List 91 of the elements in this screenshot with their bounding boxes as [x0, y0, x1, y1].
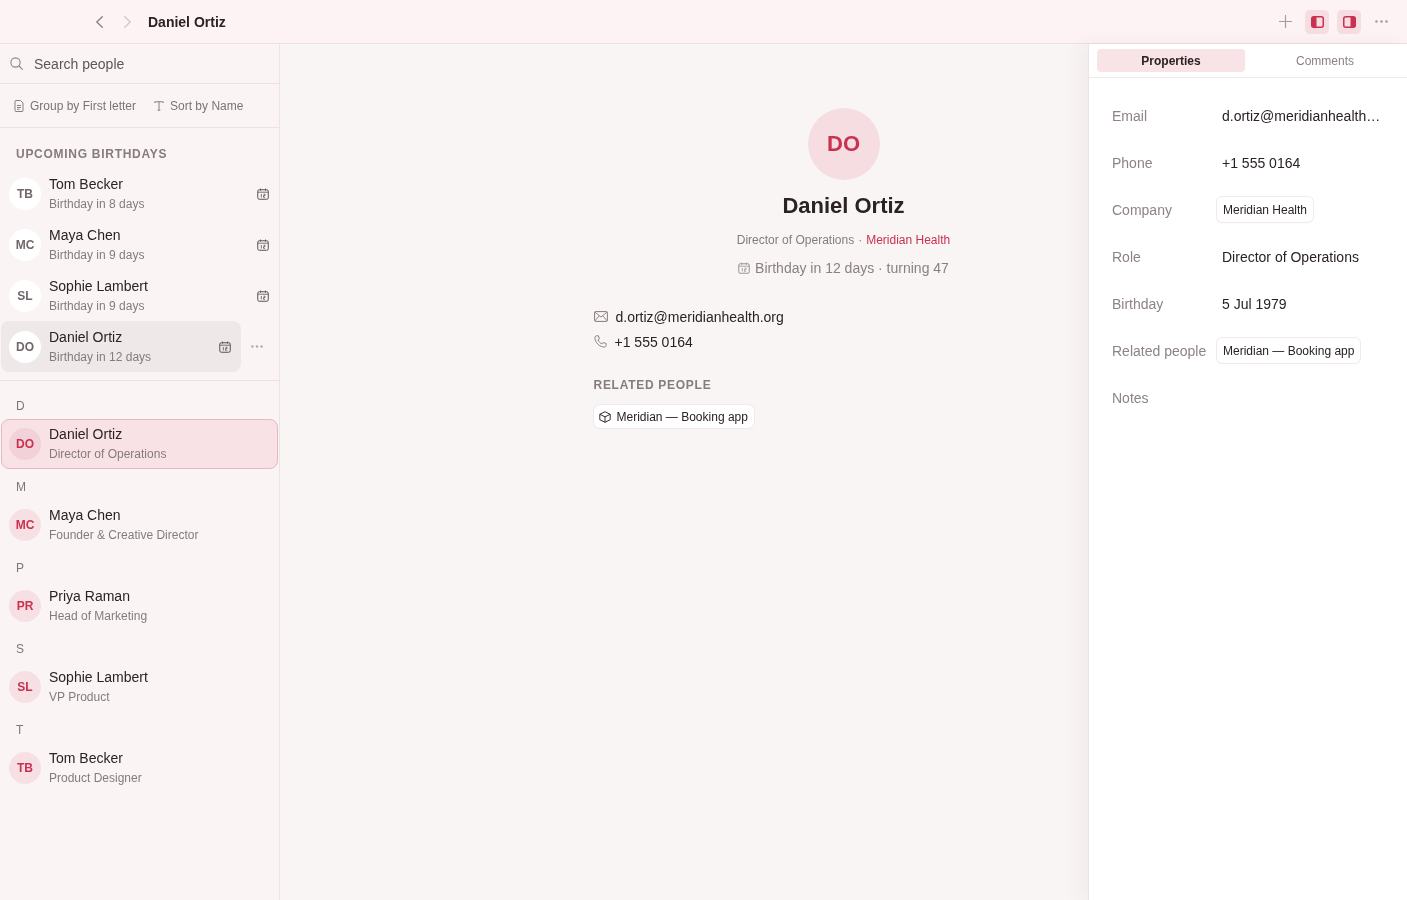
person-name: Maya Chen	[49, 226, 121, 244]
birthday-list-item[interactable]: MC Maya Chen Birthday in 9 days	[1, 219, 279, 270]
phone-text: +1 555 0164	[614, 333, 693, 350]
property-value: +1 555 0164	[1222, 154, 1301, 171]
person-list-item[interactable]: TB Tom Becker Product Designer	[1, 743, 278, 793]
person-role: Founder & Creative Director	[49, 528, 199, 543]
calendar-icon	[257, 289, 269, 302]
window-title: Daniel Ortiz	[148, 13, 226, 30]
property-label: Email	[1112, 107, 1148, 124]
search-field[interactable]: Search people	[34, 52, 269, 75]
calendar-icon	[738, 262, 751, 274]
right-panel-button[interactable]	[1337, 9, 1361, 34]
section-heading: RELATED PEOPLE	[593, 377, 712, 393]
group-letter: P	[15, 560, 25, 576]
birthday-countdown: Birthday in 8 days	[49, 196, 145, 212]
birthday-countdown: Birthday in 9 days	[49, 247, 145, 263]
avatar: MC	[9, 509, 41, 541]
property-chip[interactable]: Meridian Health	[1217, 197, 1314, 222]
group-letter: S	[15, 641, 25, 657]
avatar: MC	[9, 228, 41, 261]
chevron-right-icon	[123, 15, 131, 28]
person-name: Priya Raman	[49, 588, 130, 605]
left-panel-button[interactable]	[1305, 9, 1329, 34]
birthday-list-item[interactable]: DO Daniel Ortiz Birthday in 12 days	[1, 321, 241, 372]
property-value: Director of Operations	[1222, 248, 1359, 265]
calendar-icon	[257, 187, 269, 200]
person-list-item[interactable]: MC Maya Chen Founder & Creative Director	[1, 500, 278, 550]
person-name: Tom Becker	[49, 750, 123, 767]
avatar: DO	[9, 330, 41, 363]
company-link[interactable]: Meridian Health	[866, 232, 951, 248]
email-text: d.ortiz@meridianhealth.org	[615, 308, 784, 325]
separator-dot: ·	[858, 232, 863, 248]
person-role: VP Product	[49, 690, 110, 705]
related-chip[interactable]: Meridian — Booking app	[593, 405, 754, 428]
property-label: Role	[1112, 248, 1142, 265]
tab[interactable]: Comments	[1251, 49, 1399, 72]
property-value: 5 Jul 1979	[1222, 295, 1287, 312]
property-label: Related people	[1112, 342, 1208, 359]
person-name: Daniel Ortiz	[49, 328, 123, 346]
person-role: Product Designer	[49, 771, 142, 786]
group-option-button[interactable]: Group by First letter	[14, 94, 137, 117]
avatar: SL	[9, 671, 41, 703]
group-letter: M	[15, 479, 27, 495]
mail-icon	[593, 311, 608, 322]
calendar-icon	[219, 340, 231, 353]
right-panel-icon	[1342, 15, 1356, 28]
person-role: Director of Operations	[49, 447, 167, 462]
sort-option-button[interactable]: Sort by Name	[154, 94, 244, 117]
profile-avatar: DO	[807, 108, 880, 180]
property-label: Notes	[1112, 389, 1150, 406]
more-icon	[251, 345, 263, 348]
avatar: DO	[9, 428, 41, 460]
avatar: TB	[9, 177, 41, 210]
left-panel-icon	[1310, 15, 1324, 28]
person-name: Daniel Ortiz	[49, 426, 123, 443]
birthday-summary: Birthday in 12 days · turning 47	[755, 259, 949, 278]
person-name: Sophie Lambert	[49, 277, 148, 295]
more-icon	[1374, 20, 1388, 23]
chevron-left-icon	[95, 15, 103, 28]
avatar: SL	[9, 279, 41, 312]
birthday-countdown: Birthday in 12 days	[49, 349, 152, 365]
property-chip[interactable]: Meridian — Booking app	[1217, 338, 1361, 363]
birthday-countdown: Birthday in 9 days	[49, 298, 145, 314]
group-letter: D	[15, 398, 26, 414]
property-value: d.ortiz@meridianhealth…	[1222, 107, 1381, 124]
birthday-list-item[interactable]: SL Sophie Lambert Birthday in 9 days	[1, 270, 279, 321]
phone-icon	[593, 335, 607, 348]
profile-role: Director of Operations	[736, 232, 855, 248]
person-name: Sophie Lambert	[49, 669, 148, 686]
cube-icon	[598, 410, 611, 423]
avatar: TB	[9, 752, 41, 784]
person-role: Head of Marketing	[49, 609, 148, 624]
tab[interactable]: Properties	[1097, 49, 1245, 72]
person-name: Tom Becker	[49, 175, 123, 193]
document-icon	[14, 99, 24, 112]
avatar: PR	[9, 590, 41, 622]
group-letter: T	[15, 722, 25, 738]
person-list-item[interactable]: SL Sophie Lambert VP Product	[1, 662, 278, 712]
person-list-item[interactable]: PR Priya Raman Head of Marketing	[1, 581, 278, 631]
calendar-icon	[257, 238, 269, 251]
text-type-icon	[154, 100, 165, 111]
person-name: Maya Chen	[49, 507, 121, 524]
plus-icon	[1278, 15, 1292, 28]
person-list-item[interactable]: DO Daniel Ortiz Director of Operations	[1, 419, 278, 469]
profile-name: Daniel Ortiz	[782, 192, 905, 220]
section-heading: UPCOMING BIRTHDAYS	[15, 146, 169, 162]
property-label: Phone	[1112, 154, 1154, 171]
property-label: Company	[1112, 201, 1173, 218]
property-label: Birthday	[1112, 295, 1165, 312]
search-icon	[10, 57, 23, 70]
birthday-list-item[interactable]: TB Tom Becker Birthday in 8 days	[1, 168, 279, 219]
